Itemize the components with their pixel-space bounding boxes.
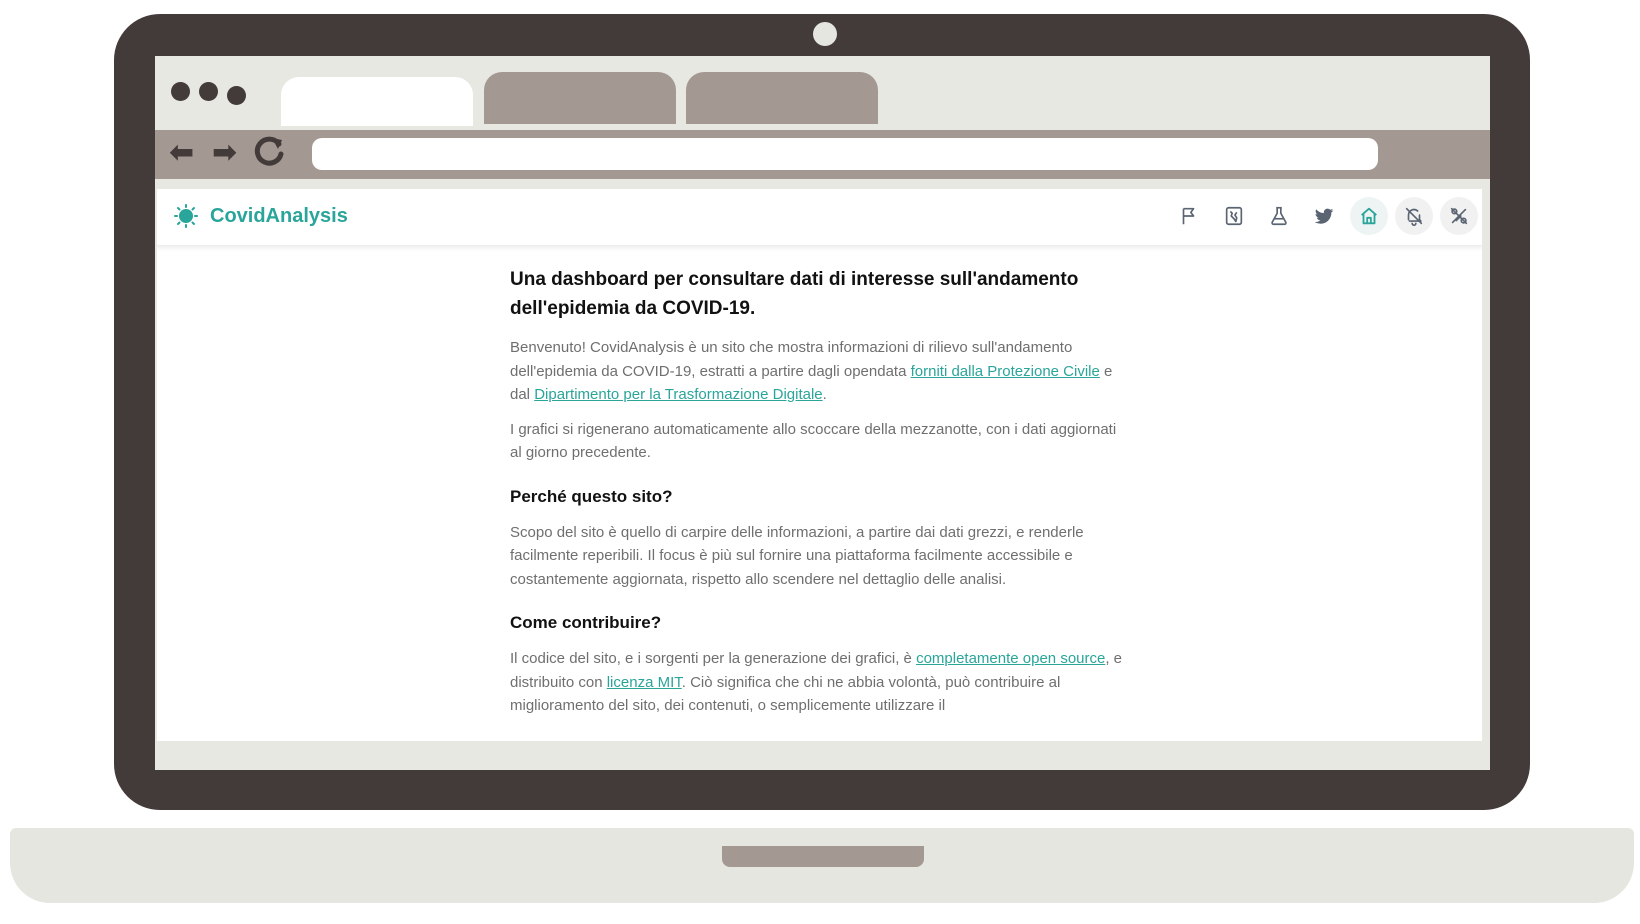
arrow-right-icon[interactable]: ➡ <box>212 138 237 168</box>
home-icon <box>1361 207 1377 225</box>
site-navbar: CovidAnalysis <box>157 189 1482 246</box>
region-map-icon <box>1225 206 1243 226</box>
protezione-civile-link[interactable]: forniti dalla Protezione Civile <box>911 363 1100 380</box>
browser-tab[interactable] <box>484 72 676 124</box>
contribute-text: Il codice del sito, e i sorgenti per la … <box>510 650 917 667</box>
nav-home[interactable] <box>1350 197 1388 235</box>
twitter-icon <box>1314 208 1334 224</box>
laptop-illustration: ⬅ ➡ CovidAnalysis Una dashboard per cons… <box>0 0 1640 924</box>
mit-license-link[interactable]: licenza MIT <box>607 674 682 691</box>
web-page: CovidAnalysis Una dashboard per consulta… <box>157 189 1482 741</box>
browser-tab-active[interactable] <box>281 77 473 126</box>
open-source-link[interactable]: completamente open source <box>916 650 1105 667</box>
flask-icon <box>1271 206 1287 226</box>
brand-name: CovidAnalysis <box>210 204 348 227</box>
browser-toolbar: ⬅ ➡ <box>155 130 1490 179</box>
nav-regions[interactable] <box>1215 197 1253 235</box>
reload-icon[interactable] <box>252 134 286 172</box>
address-bar[interactable] <box>312 138 1378 170</box>
notifications-off-icon <box>1405 207 1423 226</box>
laptop-base-notch <box>722 846 924 867</box>
arrow-left-icon[interactable]: ⬅ <box>169 138 194 168</box>
main-content: Una dashboard per consultare dati di int… <box>510 265 1130 729</box>
nav-tests[interactable] <box>1260 197 1298 235</box>
contribute-heading: Come contribuire? <box>510 613 662 632</box>
refresh-paragraph: I grafici si rigenerano automaticamente … <box>510 420 1117 462</box>
why-paragraph: Scopo del sito è quello di carpire delle… <box>510 523 1084 588</box>
nav-icon-bar <box>1170 197 1478 235</box>
why-heading: Perché questo sito? <box>510 486 673 506</box>
nav-percent[interactable] <box>1440 197 1478 235</box>
virus-icon <box>174 204 198 228</box>
trasformazione-digitale-link[interactable]: Dipartimento per la Trasformazione Digit… <box>534 386 822 403</box>
page-title: Una dashboard per consultare dati di int… <box>510 269 1079 319</box>
nav-twitter[interactable] <box>1305 197 1343 235</box>
nav-notifications[interactable] <box>1395 197 1433 235</box>
window-dot-close[interactable] <box>171 82 190 101</box>
window-dot-minimize[interactable] <box>199 82 218 101</box>
intro-paragraph: Benvenuto! CovidAnalysis è un sito che m… <box>510 336 1130 407</box>
percent-icon <box>1450 207 1468 225</box>
window-controls <box>171 82 246 105</box>
window-dot-maximize[interactable] <box>227 86 246 105</box>
contribute-paragraph: Il codice del sito, e i sorgenti per la … <box>510 647 1130 718</box>
webcam <box>813 22 837 46</box>
browser-window: ⬅ ➡ CovidAnalysis Una dashboard per cons… <box>155 56 1490 770</box>
browser-tab[interactable] <box>686 72 878 124</box>
nav-national[interactable] <box>1170 197 1208 235</box>
brand[interactable]: CovidAnalysis <box>174 204 348 228</box>
flag-icon <box>1182 207 1195 225</box>
intro-text: . <box>822 386 827 403</box>
